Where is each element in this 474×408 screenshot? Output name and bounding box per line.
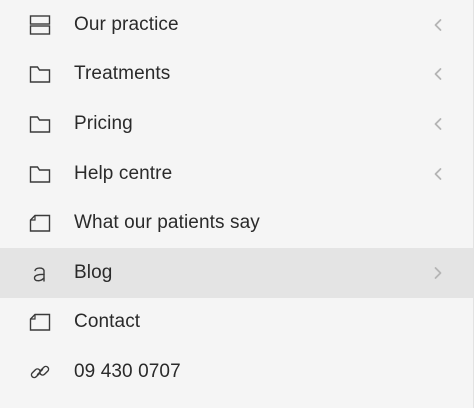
chevron-left-icon[interactable] bbox=[431, 18, 445, 32]
page-icon bbox=[28, 310, 52, 334]
menu-item-our-practice[interactable]: Our practice bbox=[0, 0, 473, 50]
chevron-left-icon[interactable] bbox=[431, 167, 445, 181]
chevron-right-icon[interactable] bbox=[431, 266, 445, 280]
menu-item-what-our-patients-say[interactable]: What our patients say bbox=[0, 198, 473, 248]
letter-a-icon bbox=[28, 261, 52, 285]
menu-item-label: 09 430 0707 bbox=[74, 360, 181, 382]
folder-icon bbox=[28, 112, 52, 136]
menu-item-phone-link[interactable]: 09 430 0707 bbox=[0, 347, 473, 397]
menu-item-label: Contact bbox=[74, 311, 141, 333]
menu-item-help-centre[interactable]: Help centre bbox=[0, 149, 473, 199]
menu-item-treatments[interactable]: Treatments bbox=[0, 50, 473, 100]
folder-icon bbox=[28, 62, 52, 86]
menu-item-label: Pricing bbox=[74, 112, 133, 134]
chevron-left-icon[interactable] bbox=[431, 67, 445, 81]
page-icon bbox=[28, 211, 52, 235]
menu-item-blog[interactable]: Blog bbox=[0, 247, 473, 298]
menu-item-contact[interactable]: Contact bbox=[0, 298, 473, 348]
menu-item-label: Our practice bbox=[74, 13, 179, 35]
menu-item-pricing[interactable]: Pricing bbox=[0, 99, 473, 149]
menu-item-label: Help centre bbox=[74, 162, 173, 184]
layout-rows-icon bbox=[28, 13, 52, 37]
site-navigation-menu: Our practice Treatments Pricing Help cen… bbox=[0, 0, 474, 408]
menu-item-label: Blog bbox=[74, 261, 113, 283]
link-icon bbox=[28, 360, 52, 384]
menu-item-label: What our patients say bbox=[74, 212, 260, 234]
menu-item-label: Treatments bbox=[74, 63, 171, 85]
folder-icon bbox=[28, 162, 52, 186]
chevron-left-icon[interactable] bbox=[431, 117, 445, 131]
